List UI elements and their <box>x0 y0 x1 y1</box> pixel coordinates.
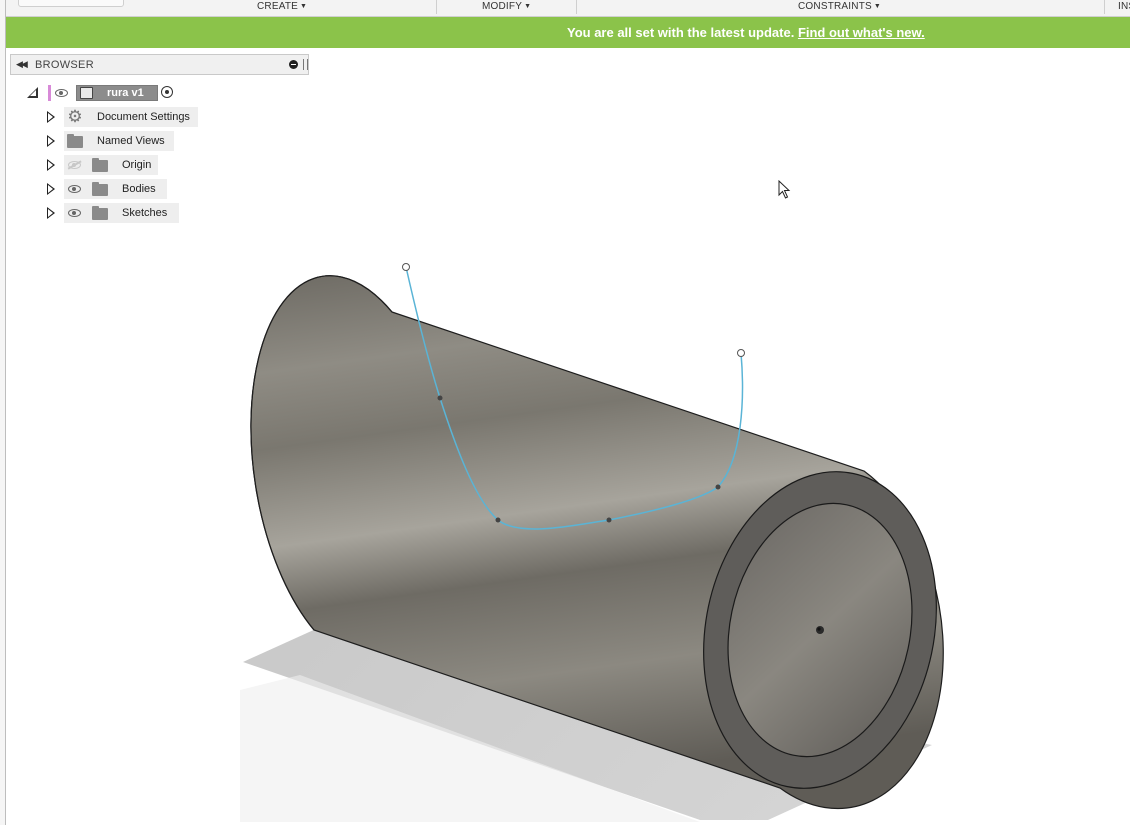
collapse-browser-icon[interactable]: ◀◀ <box>16 59 28 70</box>
toolbar-separator <box>436 0 437 14</box>
canvas-viewport[interactable] <box>7 49 1130 825</box>
toolbar-separator <box>576 0 577 14</box>
panel-grip-icon[interactable] <box>303 59 308 70</box>
expand-arrow-icon[interactable] <box>47 135 55 147</box>
constraints-menu-label: CONSTRAINTS <box>798 1 872 12</box>
spline-fit-point[interactable] <box>715 484 721 490</box>
spline-endpoint[interactable] <box>402 263 410 271</box>
folder-icon <box>92 182 108 196</box>
collapse-root-icon[interactable] <box>27 87 38 98</box>
banner-message: You are all set with the latest update. <box>567 25 795 40</box>
toolbar-separator <box>1104 0 1105 14</box>
modify-menu-label: MODIFY <box>482 1 523 12</box>
eye-icon[interactable] <box>68 185 81 193</box>
tree-item-label: Document Settings <box>97 111 190 123</box>
modify-menu[interactable]: MODIFY ▼ <box>482 1 531 12</box>
tree-item-label: Named Views <box>97 135 165 147</box>
folder-icon <box>92 158 108 172</box>
expand-arrow-icon[interactable] <box>47 183 55 195</box>
caret-down-icon: ▼ <box>300 3 308 10</box>
spline-fit-point[interactable] <box>437 395 443 401</box>
pin-icon[interactable] <box>289 60 298 69</box>
tree-item-label: Origin <box>122 159 152 171</box>
gear-icon: ⚙ <box>67 107 83 126</box>
eye-icon[interactable] <box>55 89 68 97</box>
expand-arrow-icon[interactable] <box>47 207 55 219</box>
spline-endpoint[interactable] <box>737 349 745 357</box>
create-menu[interactable]: CREATE ▼ <box>257 1 307 12</box>
folder-icon <box>92 206 108 220</box>
insert-menu[interactable]: INS <box>1118 1 1130 12</box>
toolbar: CREATE▼ MODIFY▼ CONSTRAINTS▼ INS <box>6 0 1130 17</box>
mouse-cursor-icon <box>778 180 791 199</box>
eye-icon[interactable] <box>68 209 81 217</box>
caret-down-icon: ▼ <box>873 3 882 10</box>
folder-icon <box>67 134 83 148</box>
update-banner: You are all set with the latest update. … <box>6 17 1130 48</box>
tree-item-label: Sketches <box>122 207 168 219</box>
expand-arrow-icon[interactable] <box>47 111 55 123</box>
component-icon <box>80 87 93 99</box>
browser-title: BROWSER <box>35 59 94 71</box>
eye-hidden-icon[interactable] <box>68 161 81 169</box>
create-menu-label: CREATE <box>257 1 299 12</box>
tree-item-label: Bodies <box>122 183 156 195</box>
spline-fit-point[interactable] <box>495 517 501 523</box>
expand-arrow-icon[interactable] <box>47 159 55 171</box>
whats-new-link[interactable]: Find out what's new. <box>798 25 925 40</box>
active-component-marker <box>48 85 51 101</box>
window-left-edge <box>0 0 6 825</box>
insert-menu-label: INS <box>1118 1 1130 12</box>
origin-point-center <box>817 627 821 631</box>
caret-down-icon: ▼ <box>524 3 532 10</box>
root-component-label: rura v1 <box>107 87 144 99</box>
constraints-menu[interactable]: CONSTRAINTS ▼ <box>798 1 881 12</box>
browser-panel-header: ◀◀ BROWSER <box>10 54 309 75</box>
spline-fit-point[interactable] <box>606 517 612 523</box>
activate-radio-icon[interactable] <box>161 86 173 98</box>
toolbar-tab-stub[interactable] <box>18 0 124 7</box>
